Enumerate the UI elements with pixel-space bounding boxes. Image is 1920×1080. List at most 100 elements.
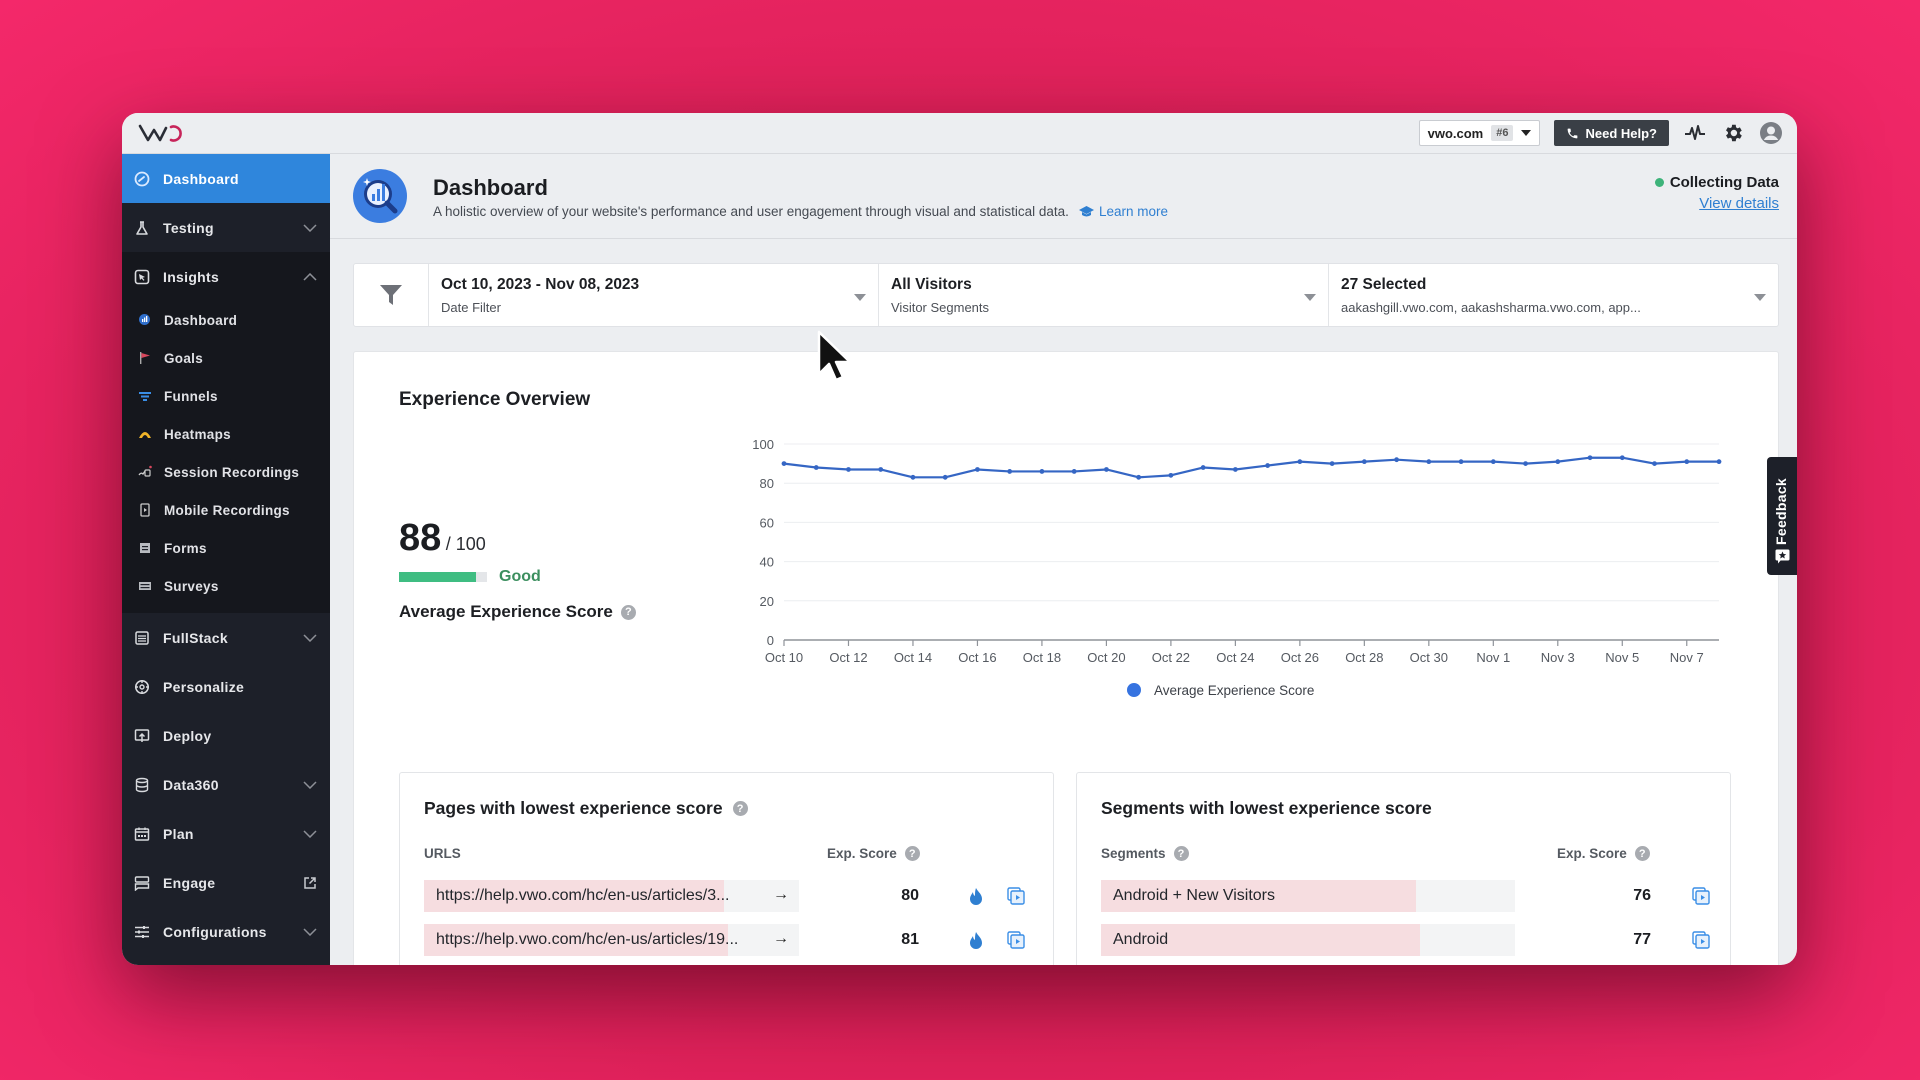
sidebar-item-personalize[interactable]: Personalize xyxy=(122,662,330,711)
mouse-cursor-icon xyxy=(817,330,852,382)
segments-panel-title: Segments with lowest experience score xyxy=(1101,798,1432,818)
database-icon xyxy=(133,776,151,794)
sidebar-subitem-label: Mobile Recordings xyxy=(164,502,290,518)
sidebar-subitem-label: Surveys xyxy=(164,578,219,594)
help-icon[interactable]: ? xyxy=(1173,846,1189,861)
gear-icon[interactable] xyxy=(1721,121,1745,145)
sidebar-subitem-dashboard[interactable]: Dashboard xyxy=(122,301,330,339)
need-help-button[interactable]: Need Help? xyxy=(1554,120,1669,146)
page-url-link[interactable]: https://help.vwo.com/hc/en-us/articles/3… xyxy=(436,887,729,905)
x-tick-label: Oct 20 xyxy=(1087,650,1125,665)
vwo-logo[interactable] xyxy=(138,122,190,144)
recordings-icon[interactable] xyxy=(1006,930,1026,950)
sidebar-item-label: Insights xyxy=(163,268,220,285)
x-tick-label: Oct 26 xyxy=(1281,650,1319,665)
phone-icon xyxy=(1568,128,1578,138)
crosshair-icon xyxy=(133,678,151,696)
help-icon[interactable]: ? xyxy=(1634,846,1650,861)
recordings-icon[interactable] xyxy=(1006,886,1026,906)
data-point xyxy=(1684,459,1690,465)
sidebar-item-insights[interactable]: Insights xyxy=(122,252,330,301)
sidebar-item-dashboard[interactable]: Dashboard xyxy=(122,154,330,203)
filter-icon-button[interactable] xyxy=(354,264,429,326)
score-value: 88 xyxy=(399,517,442,559)
data-point xyxy=(942,474,948,480)
sidebar-subitem-funnels[interactable]: Funnels xyxy=(122,377,330,415)
data-point xyxy=(1329,461,1335,466)
data-point xyxy=(813,465,819,470)
page-title: Dashboard xyxy=(433,175,548,200)
sidebar-subitem-forms[interactable]: Forms xyxy=(122,529,330,567)
chevron-down-icon xyxy=(302,220,318,236)
exp-score-value: 81 xyxy=(901,931,919,948)
sidebar-subitem-heatmaps[interactable]: Heatmaps xyxy=(122,415,330,453)
learn-more-link[interactable]: Learn more xyxy=(1078,204,1168,219)
flask-icon xyxy=(133,219,151,237)
recordings-icon[interactable] xyxy=(1691,930,1711,950)
visitor-segments-dropdown[interactable]: All Visitors Visitor Segments xyxy=(879,264,1329,326)
filter-bar: Oct 10, 2023 - Nov 08, 2023 Date Filter … xyxy=(353,263,1779,327)
pages-lowest-score-panel: Pages with lowest experience score ? URL… xyxy=(399,772,1054,965)
gauge-icon xyxy=(133,170,151,188)
page-url-link[interactable]: https://help.vwo.com/hc/en-us/articles/1… xyxy=(436,931,738,949)
data-point xyxy=(1297,459,1303,465)
sidebar-item-testing[interactable]: Testing xyxy=(122,203,330,252)
segment-filter-label: Visitor Segments xyxy=(891,300,990,315)
top-bar: vwo.com #6 Need Help? xyxy=(122,113,1797,154)
help-icon[interactable]: ? xyxy=(732,801,748,816)
feedback-tab[interactable]: Feedback xyxy=(1767,457,1797,575)
date-filter-label: Date Filter xyxy=(441,300,501,315)
funnel-icon xyxy=(138,389,152,403)
exp-score-value: 77 xyxy=(1633,931,1651,948)
insights-group: Insights Dashboard Goals Funnels Heatmap… xyxy=(122,252,330,613)
help-icon[interactable]: ? xyxy=(620,604,636,620)
sidebar-item-label: Personalize xyxy=(163,678,245,695)
heatmap-flame-icon[interactable] xyxy=(966,886,986,906)
sidebar-subitem-label: Dashboard xyxy=(164,312,238,328)
series-line xyxy=(783,456,1719,479)
sidebar-item-configurations[interactable]: Configurations xyxy=(122,907,330,956)
x-tick-label: Oct 14 xyxy=(894,650,932,665)
sidebar-subitem-session-recordings[interactable]: Session Recordings xyxy=(122,453,330,491)
help-icon[interactable]: ? xyxy=(904,846,920,861)
score-progress-bar xyxy=(399,572,487,582)
sidebar-item-data360[interactable]: Data360 xyxy=(122,760,330,809)
data-point xyxy=(1039,469,1045,474)
table-row: Android + New Visitors 76 xyxy=(1101,880,1710,912)
account-selector[interactable]: vwo.com #6 xyxy=(1418,120,1541,146)
y-tick-label: 100 xyxy=(752,437,774,452)
data-point xyxy=(1361,459,1367,465)
user-avatar-icon[interactable] xyxy=(1759,121,1783,145)
y-tick-label: 60 xyxy=(760,515,774,530)
sidebar-subitem-surveys[interactable]: Surveys xyxy=(122,567,330,605)
sidebar-item-deploy[interactable]: Deploy xyxy=(122,711,330,760)
col-exp-score-label: Exp. Score xyxy=(827,846,897,861)
arrow-right-icon[interactable]: → xyxy=(773,886,789,904)
data-point xyxy=(975,467,980,472)
sidebar-item-engage[interactable]: Engage xyxy=(122,858,330,907)
table-row: https://help.vwo.com/hc/en-us/articles/1… xyxy=(424,924,1025,956)
sidebar-subitem-goals[interactable]: Goals xyxy=(122,339,330,377)
data-point xyxy=(1490,459,1496,465)
y-tick-label: 20 xyxy=(760,594,774,609)
score-rating: Good xyxy=(499,568,541,585)
sidebar-item-plan[interactable]: Plan xyxy=(122,809,330,858)
recordings-icon[interactable] xyxy=(1691,886,1711,906)
y-tick-label: 80 xyxy=(760,476,774,491)
page-description: A holistic overview of your website's pe… xyxy=(433,204,1168,219)
sidebar-item-label: Engage xyxy=(163,874,216,891)
data-point xyxy=(1555,459,1561,465)
heatmap-flame-icon[interactable] xyxy=(966,930,986,950)
sidebar-item-fullstack[interactable]: FullStack xyxy=(122,613,330,662)
session-recording-icon xyxy=(138,465,152,479)
view-details-link[interactable]: View details xyxy=(1655,195,1779,212)
domains-dropdown[interactable]: 27 Selected aakashgill.vwo.com, aakashsh… xyxy=(1329,264,1778,326)
data-point xyxy=(1426,459,1432,465)
date-filter-dropdown[interactable]: Oct 10, 2023 - Nov 08, 2023 Date Filter xyxy=(429,264,879,326)
x-tick-label: Nov 1 xyxy=(1476,650,1510,665)
arrow-right-icon[interactable]: → xyxy=(773,930,789,948)
x-tick-label: Oct 10 xyxy=(765,650,803,665)
activity-icon[interactable] xyxy=(1683,121,1707,145)
sidebar-subitem-mobile-recordings[interactable]: Mobile Recordings xyxy=(122,491,330,529)
data-point xyxy=(1265,463,1271,468)
